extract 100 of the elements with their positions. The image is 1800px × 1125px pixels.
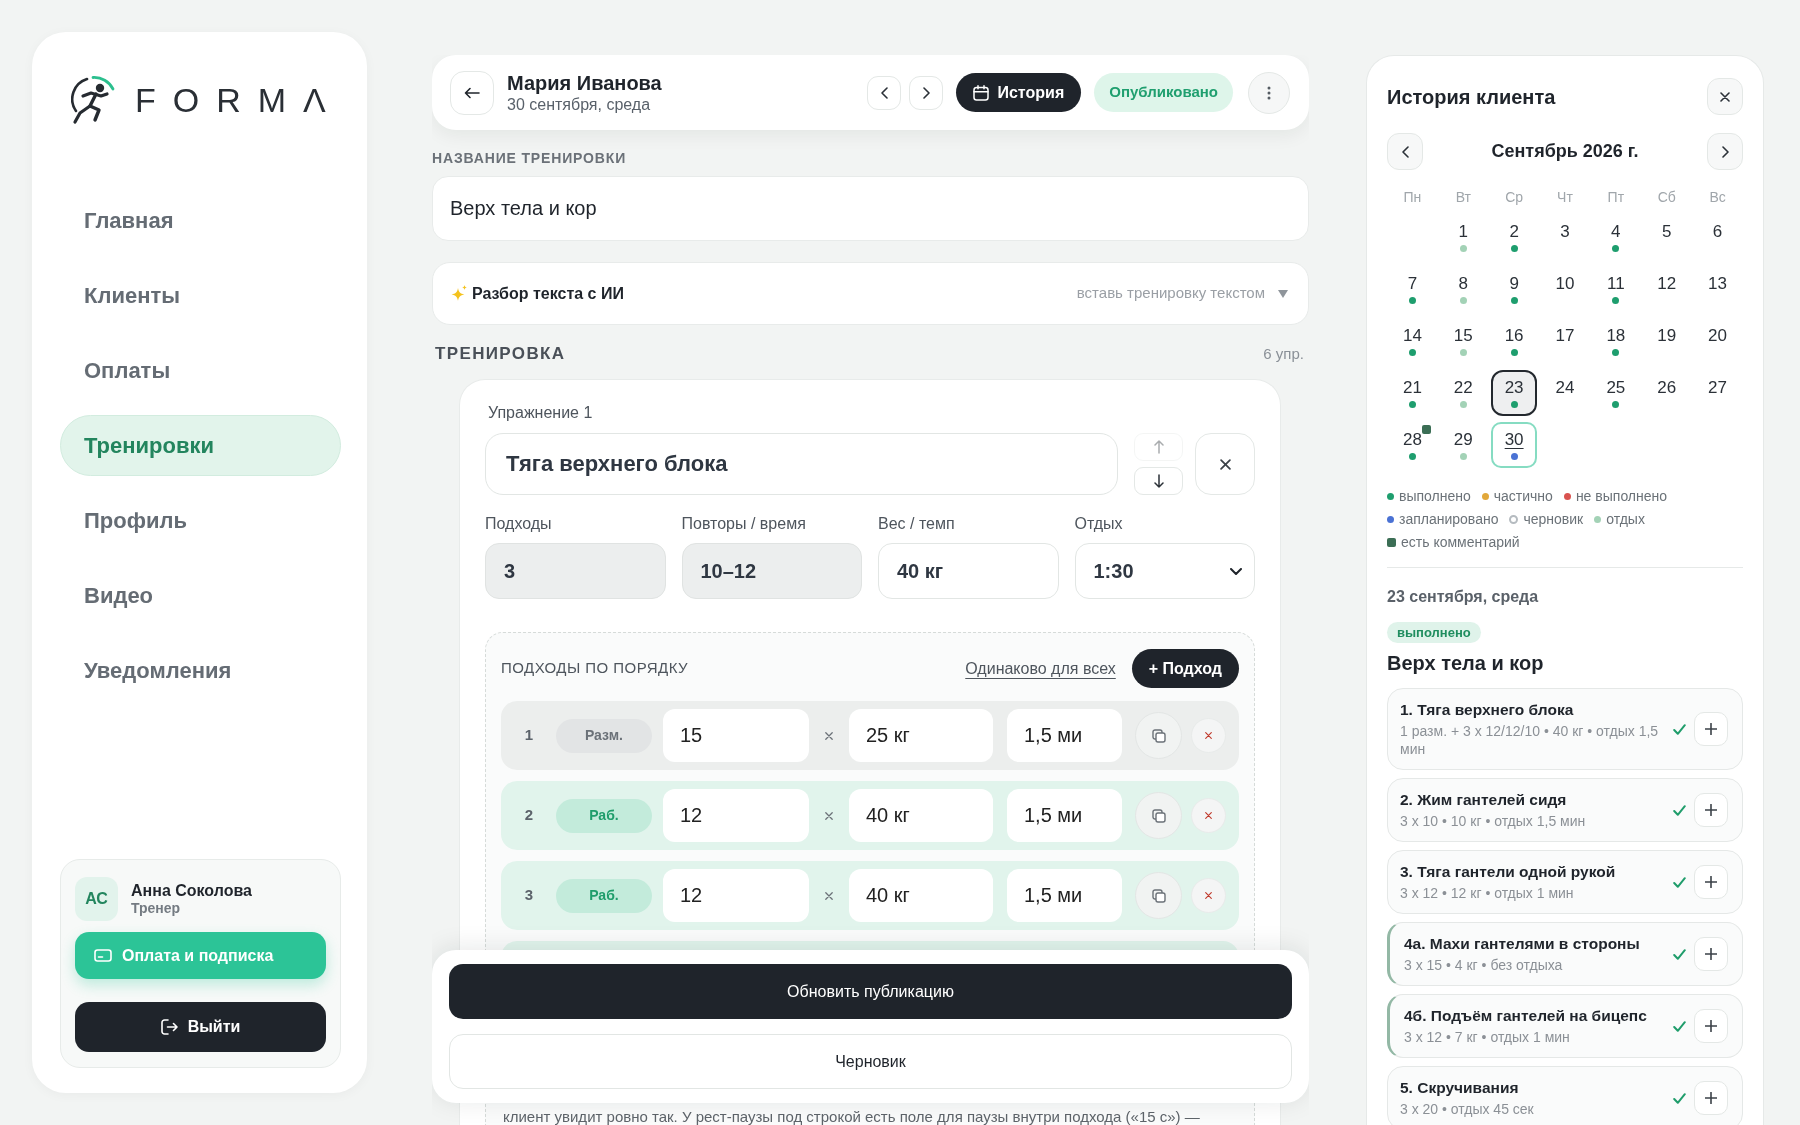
rest-input[interactable]: 1,5 ми <box>1007 709 1122 762</box>
rest-input[interactable]: 1,5 ми <box>1007 789 1122 842</box>
calendar-day[interactable]: 23 <box>1491 370 1538 416</box>
weekday-label: Ср <box>1504 189 1525 205</box>
move-down-button[interactable] <box>1134 467 1183 495</box>
close-button[interactable] <box>1707 78 1743 115</box>
calendar-day[interactable]: 21 <box>1389 370 1436 416</box>
calendar-day[interactable]: 26 <box>1643 370 1690 416</box>
calendar-day[interactable]: 2 <box>1491 214 1538 260</box>
calendar-day[interactable]: 12 <box>1643 266 1690 312</box>
exercise-item[interactable]: 5. Скручивания 3 x 20 • отдых 45 сек <box>1387 1066 1743 1125</box>
weight-input[interactable]: 40 кг <box>849 789 993 842</box>
weekday-label: Чт <box>1556 189 1574 205</box>
set-number: 1 <box>523 725 535 746</box>
exercise-item[interactable]: 1. Тяга верхнего блока 1 разм. + 3 x 12/12/10 • 40 кг • отдых 1,5 мин <box>1387 688 1743 770</box>
exercise-details: 3 x 12 • 7 кг • отдых 1 мин <box>1404 1028 1571 1046</box>
calendar-day[interactable]: 28 <box>1389 422 1436 468</box>
nav-item[interactable]: Главная <box>60 190 341 251</box>
ai-parser-title: Разбор текста с ИИ <box>472 283 624 304</box>
calendar-day[interactable]: 9 <box>1491 266 1538 312</box>
add-button[interactable] <box>1694 865 1728 899</box>
add-button[interactable] <box>1694 712 1728 746</box>
calendar-day[interactable]: 7 <box>1389 266 1436 312</box>
workout-name-input[interactable]: Верх тела и кор <box>432 176 1309 241</box>
exercise-count: 6 упр. <box>1263 343 1304 364</box>
add-button[interactable] <box>1694 793 1728 827</box>
chevron-right-icon <box>1721 145 1729 158</box>
add-button[interactable] <box>1694 1009 1728 1043</box>
exercise-item[interactable]: 2. Жим гантелей сидя 3 x 10 • 10 кг • отдых 1,5 мин <box>1387 778 1743 842</box>
calendar-day[interactable]: 11 <box>1592 266 1639 312</box>
calendar-day[interactable]: 14 <box>1389 318 1436 364</box>
calendar-day[interactable]: 6 <box>1694 214 1741 260</box>
nav-item[interactable]: Уведомления <box>60 640 341 701</box>
exercise-item[interactable]: 4б. Подъём гантелей на бицепс 3 x 12 • 7 кг • отдых 1 мин <box>1387 994 1743 1058</box>
calendar-day[interactable]: 1 <box>1440 214 1487 260</box>
calendar-day[interactable]: 27 <box>1694 370 1741 416</box>
calendar-day[interactable]: 5 <box>1643 214 1690 260</box>
same-for-all-link[interactable]: Одинаково для всех <box>965 656 1116 681</box>
card-icon <box>94 949 112 962</box>
nav-item[interactable]: Видео <box>60 565 341 626</box>
add-button[interactable] <box>1694 937 1728 971</box>
number-input[interactable]: 40 кг <box>878 543 1059 599</box>
rest-input[interactable]: 1,5 ми <box>1007 869 1122 922</box>
history-button[interactable]: История <box>956 73 1082 112</box>
calendar-day[interactable]: 25 <box>1592 370 1639 416</box>
weight-input[interactable]: 25 кг <box>849 709 993 762</box>
calendar-day[interactable]: 18 <box>1592 318 1639 364</box>
plus-icon <box>1705 948 1717 960</box>
arrow-up-icon <box>1153 440 1164 454</box>
previous-button[interactable] <box>867 75 902 110</box>
calendar-day[interactable]: 13 <box>1694 266 1741 312</box>
calendar-day[interactable]: 10 <box>1542 266 1588 312</box>
nav-item[interactable]: Профиль <box>60 490 341 551</box>
calendar-day[interactable]: 22 <box>1440 370 1487 416</box>
ai-parser-bar[interactable]: Разбор текста с ИИ вставь тренировку текстом <box>432 262 1309 325</box>
copy-set-button[interactable] <box>1135 872 1182 919</box>
exercise-item[interactable]: 3. Тяга гантели одной рукой 3 x 12 • 12 кг • отдых 1 мин <box>1387 850 1743 914</box>
reps-input[interactable]: 15 <box>663 709 809 762</box>
field-label: НАЗВАНИЕ ТРЕНИРОВКИ <box>432 150 628 166</box>
add-set-button[interactable]: + Подход <box>1131 649 1239 688</box>
rest-select[interactable]: 1:30 <box>1074 543 1255 599</box>
plus-icon <box>1705 1020 1717 1032</box>
update-button[interactable]: Обновить публикацию <box>449 964 1292 1019</box>
calendar-day[interactable]: 29 <box>1440 422 1487 468</box>
chevron-left-icon <box>880 86 888 99</box>
copy-set-button[interactable] <box>1135 792 1182 839</box>
exercise-title: 3. Тяга гантели одной рукой <box>1400 862 1617 882</box>
next-button[interactable] <box>909 75 944 110</box>
back-button[interactable] <box>450 70 494 115</box>
logout-icon <box>160 1019 178 1035</box>
set-type-tag: Раб. <box>555 878 652 913</box>
add-button[interactable] <box>1694 1081 1728 1115</box>
next-month-button[interactable] <box>1707 133 1743 170</box>
nav-item[interactable]: Оплаты <box>60 340 341 401</box>
nav-item[interactable]: Тренировки <box>60 415 341 476</box>
client-name: Мария Иванова <box>507 71 662 95</box>
calendar-day[interactable]: 17 <box>1542 318 1588 364</box>
calendar-day[interactable]: 16 <box>1491 318 1538 364</box>
copy-set-button[interactable] <box>1135 712 1182 759</box>
calendar-day[interactable]: 30 <box>1491 422 1538 468</box>
calendar-day[interactable]: 3 <box>1542 214 1588 260</box>
reps-input[interactable]: 12 <box>663 789 809 842</box>
weight-input[interactable]: 40 кг <box>849 869 993 922</box>
logo-text: FORMΛ <box>135 83 343 117</box>
set-number: 3 <box>523 885 535 906</box>
nav-item[interactable]: Клиенты <box>60 265 341 326</box>
calendar-day[interactable]: 8 <box>1440 266 1487 312</box>
calendar-day[interactable]: 15 <box>1440 318 1487 364</box>
multiply-icon <box>825 731 833 740</box>
previous-month-button[interactable] <box>1387 133 1423 170</box>
logout-button[interactable]: Выйти <box>75 1002 326 1052</box>
exercise-item[interactable]: 4а. Махи гантелями в стороны 3 x 15 • 4 кг • без отдыха <box>1387 922 1743 986</box>
plus-icon <box>1705 876 1717 888</box>
exercise-name-input[interactable]: Тяга верхнего блока <box>485 433 1118 495</box>
calendar-day[interactable]: 20 <box>1694 318 1741 364</box>
calendar-day[interactable]: 4 <box>1592 214 1639 260</box>
calendar-day[interactable]: 19 <box>1643 318 1690 364</box>
draft-button[interactable]: Черновик <box>449 1034 1292 1089</box>
reps-input[interactable]: 12 <box>663 869 809 922</box>
calendar-day[interactable]: 24 <box>1542 370 1588 416</box>
